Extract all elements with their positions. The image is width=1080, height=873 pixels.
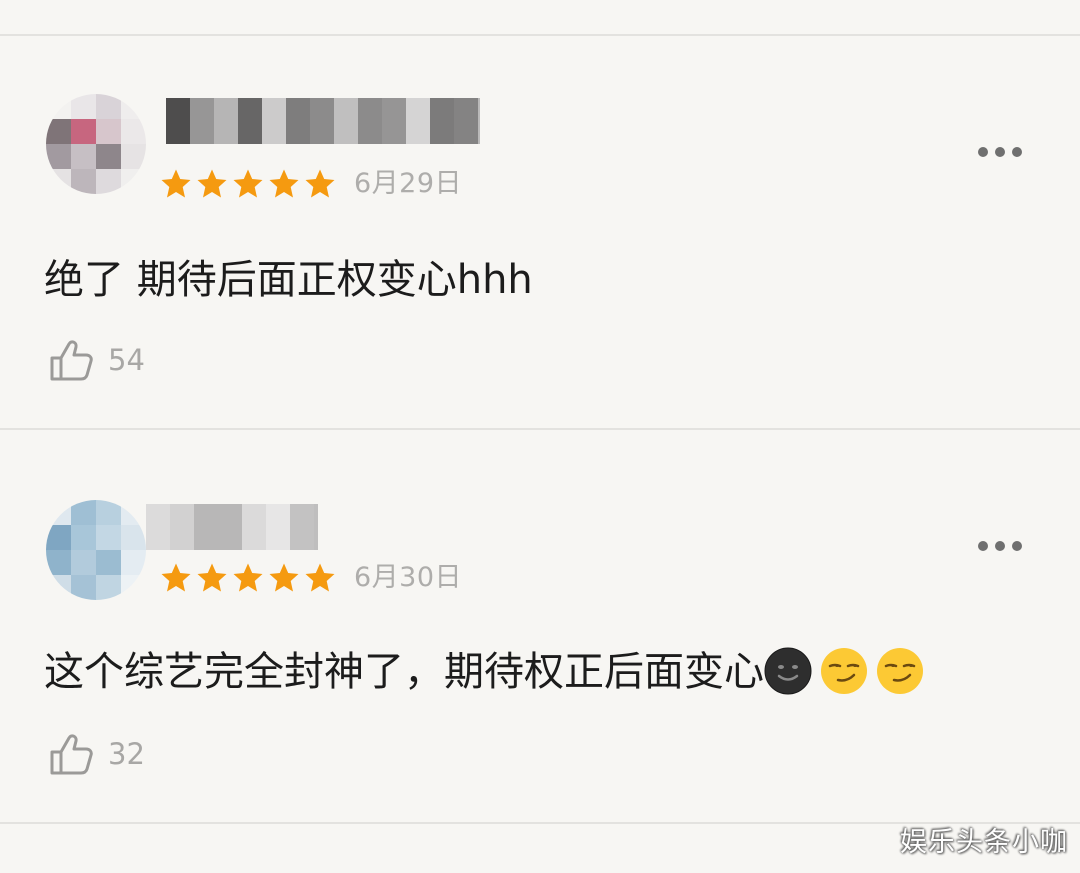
- star-icon: [161, 169, 191, 198]
- avatar-pixel: [46, 169, 71, 194]
- more-dots-icon: [978, 147, 988, 157]
- user-avatar[interactable]: [46, 94, 146, 194]
- username-pixel: [218, 504, 242, 550]
- username-pixel: [334, 98, 358, 144]
- like-button[interactable]: 54: [48, 336, 145, 384]
- username-pixel: [190, 98, 214, 144]
- avatar-pixel: [71, 500, 96, 525]
- review-date: 6月30日: [354, 562, 463, 593]
- avatar-pixel: [71, 550, 96, 575]
- username-pixel: [406, 98, 430, 144]
- smirking-face-icon: [821, 648, 867, 694]
- username-pixel: [290, 504, 314, 550]
- star-icon: [161, 563, 191, 592]
- username-pixel: [170, 504, 194, 550]
- username-pixel: [454, 98, 478, 144]
- avatar-pixel: [71, 525, 96, 550]
- avatar-pixel: [46, 94, 71, 119]
- username-pixel: [262, 98, 286, 144]
- username-blurred[interactable]: [146, 504, 318, 550]
- star-icon: [233, 169, 263, 198]
- review-card: 6月29日 绝了 期待后面正权变心hhh 54: [0, 36, 1080, 426]
- username-pixel: [166, 98, 190, 144]
- more-dots-icon: [978, 541, 988, 551]
- username-pixel: [214, 98, 238, 144]
- like-count: 54: [108, 343, 145, 377]
- avatar-pixel: [71, 575, 96, 600]
- thumbs-up-icon: [50, 734, 93, 775]
- avatar-pixel: [46, 144, 71, 169]
- star-icon: [305, 563, 335, 592]
- avatar-pixel: [71, 144, 96, 169]
- avatar-pixel: [121, 119, 146, 144]
- star-icon: [269, 563, 299, 592]
- avatar-pixel: [121, 144, 146, 169]
- review-text: 绝了 期待后面正权变心hhh: [44, 257, 533, 303]
- avatar-pixel: [46, 119, 71, 144]
- username-pixel: [358, 98, 382, 144]
- username-pixel: [478, 98, 480, 144]
- review-date: 6月29日: [354, 168, 463, 199]
- avatar-pixel: [96, 550, 121, 575]
- more-options-button[interactable]: [978, 536, 1022, 556]
- avatar-pixel: [121, 94, 146, 119]
- rating-stars: [160, 562, 336, 594]
- username-pixel: [286, 98, 310, 144]
- star-icon: [269, 169, 299, 198]
- avatar-pixel: [71, 94, 96, 119]
- username-pixel: [194, 504, 218, 550]
- avatar-pixel: [96, 525, 121, 550]
- username-pixel: [310, 98, 334, 144]
- smirking-face-icon: [877, 648, 923, 694]
- avatar-pixel: [121, 169, 146, 194]
- username-pixel: [382, 98, 406, 144]
- user-avatar[interactable]: [46, 500, 146, 600]
- more-options-button[interactable]: [978, 142, 1022, 162]
- review-text: 这个综艺完全封神了，期待权正后面变心: [44, 647, 924, 696]
- avatar-pixel: [46, 575, 71, 600]
- avatar-pixel: [96, 94, 121, 119]
- avatar-pixel: [121, 575, 146, 600]
- username-pixel: [430, 98, 454, 144]
- avatar-pixel: [121, 525, 146, 550]
- dark-smiling-moon-face-icon: [764, 647, 812, 695]
- username-pixel: [238, 98, 262, 144]
- rating-stars: [160, 168, 336, 200]
- avatar-pixel: [71, 169, 96, 194]
- avatar-pixel: [96, 575, 121, 600]
- avatar-pixel: [71, 119, 96, 144]
- avatar-pixel: [46, 500, 71, 525]
- star-icon: [233, 563, 263, 592]
- username-blurred[interactable]: [166, 98, 480, 144]
- review-card: 6月30日 这个综艺完全封神了，期待权正后面变心 32: [0, 430, 1080, 820]
- star-icon: [197, 563, 227, 592]
- watermark-text: 娱乐头条小咖: [900, 827, 1068, 858]
- username-pixel: [266, 504, 290, 550]
- username-pixel: [146, 504, 170, 550]
- avatar-pixel: [46, 525, 71, 550]
- avatar-pixel: [96, 500, 121, 525]
- avatar-pixel: [121, 500, 146, 525]
- username-pixel: [242, 504, 266, 550]
- username-pixel: [314, 504, 318, 550]
- avatar-pixel: [46, 550, 71, 575]
- avatar-pixel: [96, 144, 121, 169]
- avatar-pixel: [121, 550, 146, 575]
- like-button[interactable]: 32: [48, 730, 145, 778]
- avatar-pixel: [96, 169, 121, 194]
- star-icon: [305, 169, 335, 198]
- avatar-pixel: [96, 119, 121, 144]
- like-count: 32: [108, 737, 145, 771]
- thumbs-up-icon: [50, 340, 93, 381]
- star-icon: [197, 169, 227, 198]
